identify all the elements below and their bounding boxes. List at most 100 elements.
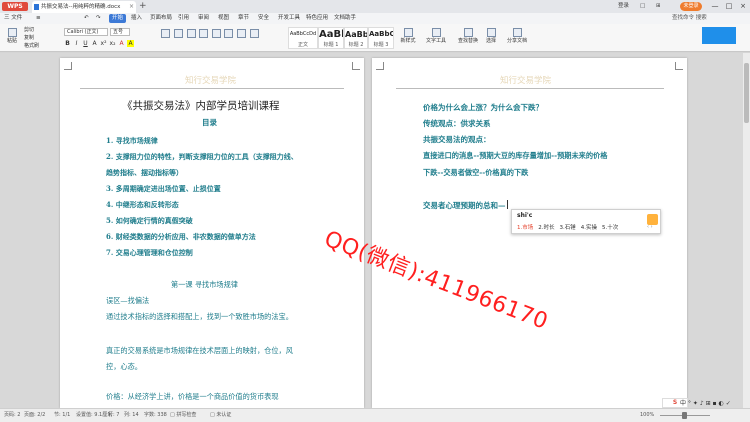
tab-page-layout[interactable]: 页面布局	[150, 13, 172, 24]
select-button[interactable]: 选择	[482, 28, 500, 44]
tab-references[interactable]: 引用	[178, 13, 189, 24]
close-tab-icon[interactable]: ×	[129, 1, 134, 13]
toc-item: 5. 如何确定行情的真假突破	[106, 216, 193, 225]
sort-icon[interactable]	[211, 29, 221, 38]
ime-candidate-window[interactable]: shi'c 1.市场 2.时长 3.石锤 4.实操 5.十次 ‹ ›	[511, 209, 661, 234]
strikethrough-button[interactable]: A	[91, 40, 98, 47]
tab-start[interactable]: 开始	[109, 14, 126, 23]
style-heading-2[interactable]: AaBb( 标题 2	[344, 27, 368, 49]
ime-pinyin: shi'c	[517, 212, 533, 219]
maximize-button[interactable]: □	[722, 0, 736, 13]
style-normal[interactable]: AaBbCcDd 正文	[288, 27, 318, 49]
align-right-icon[interactable]	[249, 29, 259, 38]
tab-security[interactable]: 安全	[258, 13, 269, 24]
redo-icon[interactable]: ↷	[96, 13, 101, 24]
document-tab[interactable]: 共振交易法--用纯粹的精确.docx ×	[32, 1, 136, 13]
ime-candidate[interactable]: 5.十次	[602, 225, 618, 231]
toolbox-icon[interactable]: ▪	[713, 400, 717, 407]
punctuation-icon[interactable]: °	[688, 400, 691, 407]
font-name-select[interactable]: Calibri (正文)	[64, 28, 108, 36]
find-replace-button[interactable]: 查找替换	[456, 28, 480, 44]
numbering-icon[interactable]	[174, 29, 184, 38]
superscript-button[interactable]: x²	[100, 40, 107, 47]
document-icon	[34, 4, 39, 10]
certification-status[interactable]: □ 未认证	[210, 409, 231, 422]
undo-icon[interactable]: ↶	[84, 13, 89, 24]
body-paragraph: 误区—找偏法	[106, 296, 150, 305]
check-icon[interactable]: ✓	[726, 400, 731, 407]
align-center-icon[interactable]	[236, 29, 246, 38]
body-paragraph: 真正的交易系统是市场规律在技术层面上的映射，仓位，风	[106, 346, 293, 355]
login-badge[interactable]: 未登录	[680, 2, 702, 11]
grid-icon[interactable]: ⊞	[656, 2, 661, 11]
cut-button[interactable]: 剪切	[24, 26, 34, 33]
highlight-button[interactable]: A	[127, 40, 134, 47]
bullets-icon[interactable]	[161, 29, 171, 38]
menu-file[interactable]: 三 文件	[4, 13, 22, 24]
new-style-icon	[403, 28, 413, 37]
subscript-button[interactable]: x₂	[109, 40, 116, 47]
ime-candidate[interactable]: 2.时长	[538, 225, 554, 231]
tab-special-apps[interactable]: 特色应用	[306, 13, 328, 24]
lesson-title: 第一课 寻找市场规律	[171, 280, 238, 289]
paragraph-controls	[140, 28, 280, 48]
zoom-level[interactable]: 100%	[640, 409, 654, 422]
font-color-button[interactable]: A	[118, 40, 125, 47]
status-column: 列: 14	[124, 412, 139, 418]
crop-mark	[675, 62, 683, 70]
scrollbar-thumb[interactable]	[744, 63, 749, 123]
style-sample: AaBb	[319, 29, 343, 40]
side-panel-button[interactable]	[702, 27, 736, 44]
tab-view[interactable]: 视图	[218, 13, 229, 24]
new-style-button[interactable]: 新样式	[398, 28, 418, 44]
status-page: 页码: 2	[4, 412, 21, 418]
keyboard-icon[interactable]: ⊞	[706, 400, 711, 407]
bold-button[interactable]: B	[64, 40, 71, 47]
italic-button[interactable]: I	[73, 40, 80, 47]
layout-icon[interactable]: □	[640, 2, 645, 11]
align-left-icon[interactable]	[224, 29, 234, 38]
format-painter-button[interactable]: 格式刷	[24, 42, 39, 49]
account-label[interactable]: 登录	[618, 2, 629, 11]
voice-icon[interactable]: ♪	[700, 400, 704, 407]
ime-candidate[interactable]: 1.市场	[517, 225, 533, 231]
underline-button[interactable]: U	[82, 40, 89, 47]
ime-candidate[interactable]: 3.石锤	[560, 225, 576, 231]
copy-button[interactable]: 复制	[24, 34, 34, 41]
zoom-slider-handle[interactable]	[682, 412, 687, 419]
menu-more-icon[interactable]: ≡	[36, 13, 41, 24]
text-tools-label: 文字工具	[425, 38, 446, 44]
tab-sections[interactable]: 章节	[238, 13, 249, 24]
page-left[interactable]: 知行交易学院 《共振交易法》内部学员培训课程 目录 1. 寻找市场规律 2. 支…	[60, 58, 364, 408]
status-position: 设置值: 9.1厘米	[76, 412, 113, 418]
vertical-scrollbar[interactable]	[743, 53, 750, 408]
share-button[interactable]: 分享文档	[506, 28, 528, 44]
style-heading-1[interactable]: AaBb 标题 1	[318, 27, 344, 49]
tab-doc-assistant[interactable]: 文档助手	[334, 13, 356, 24]
style-heading-3[interactable]: AaBbC 标题 3	[368, 27, 394, 49]
menu-bar: 三 文件 ≡ ↶ ↷ 开始 插入 页面布局 引用 审阅 视图 章节 安全 开发工…	[0, 13, 750, 24]
settings-icon[interactable]: ◐	[719, 400, 724, 407]
text-tools-button[interactable]: 文字工具	[424, 28, 448, 44]
spell-check-toggle[interactable]: □ 拼写检查	[170, 409, 196, 422]
outdent-icon[interactable]	[199, 29, 209, 38]
indent-icon[interactable]	[186, 29, 196, 38]
font-size-select[interactable]: 五号	[110, 28, 130, 36]
command-search[interactable]: 查找命令 搜索	[672, 13, 707, 24]
style-label: 标题 1	[323, 42, 339, 48]
new-tab-button[interactable]: +	[139, 0, 147, 12]
wps-logo[interactable]: WPS	[2, 2, 28, 11]
minimize-button[interactable]: —	[708, 0, 722, 13]
skin-icon[interactable]: ✦	[693, 400, 698, 407]
style-sample: AaBbC	[369, 30, 393, 38]
tab-review[interactable]: 审阅	[198, 13, 209, 24]
tab-insert[interactable]: 插入	[131, 13, 142, 24]
close-window-button[interactable]: ×	[736, 0, 750, 13]
text-tools-icon	[431, 28, 441, 37]
ime-mode-icon[interactable]: 中	[680, 400, 686, 407]
page-header: 知行交易学院	[500, 76, 552, 86]
paste-button[interactable]: 粘贴	[4, 28, 20, 44]
ime-page-arrows[interactable]: ‹ ›	[647, 224, 653, 230]
tab-developer[interactable]: 开发工具	[278, 13, 300, 24]
ime-candidate[interactable]: 4.实操	[581, 225, 597, 231]
